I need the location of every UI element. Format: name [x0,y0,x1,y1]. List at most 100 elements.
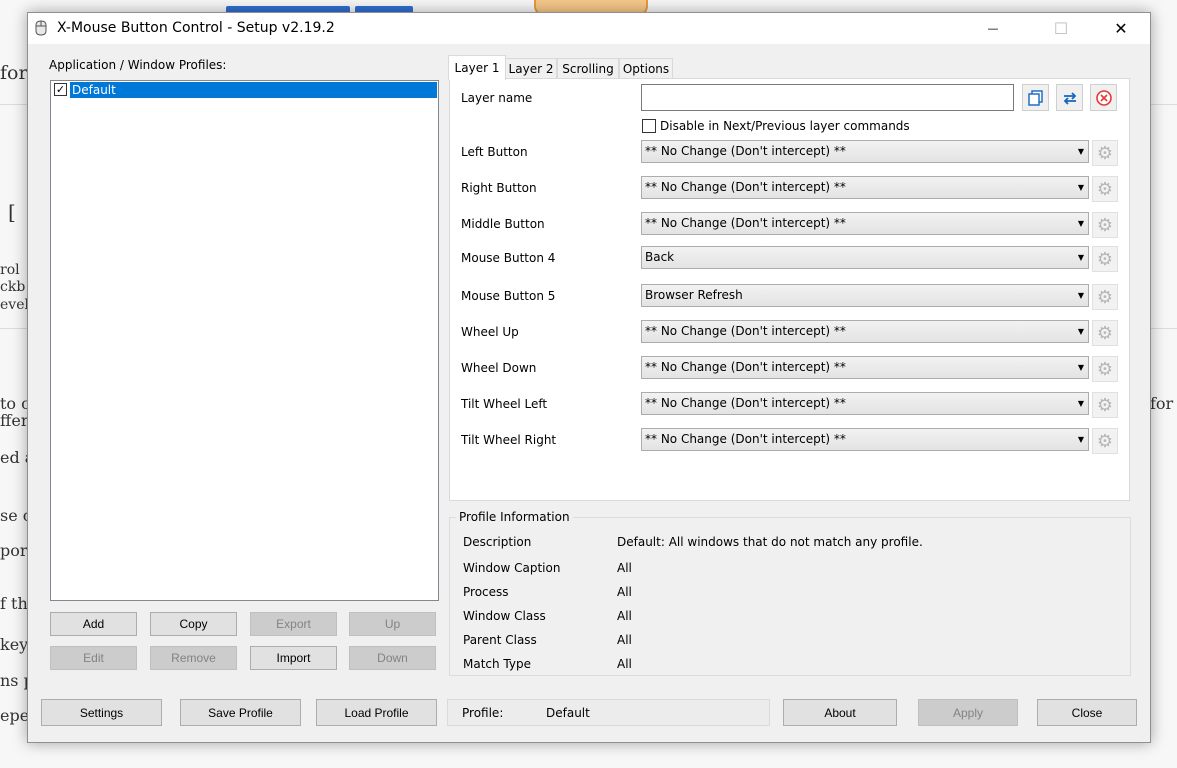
gear-icon: ⚙ [1096,286,1114,308]
close-button[interactable]: Close [1037,699,1137,726]
layer-name-label: Layer name [461,91,533,105]
chevron-down-icon: ▼ [1077,219,1084,228]
info-value-process: All [617,585,632,599]
tilt-wheel-right-settings-button[interactable]: ⚙ [1092,428,1118,454]
left-button-settings-button[interactable]: ⚙ [1092,140,1118,166]
minimize-button[interactable]: — [970,13,1016,44]
chevron-down-icon: ▼ [1077,147,1084,156]
profiles-list[interactable]: ✓ Default [50,80,439,601]
wheel-down-action-select[interactable]: ** No Change (Don't intercept) ** ▼ [641,356,1089,379]
settings-button[interactable]: Settings [41,699,162,726]
edit-profile-button[interactable]: Edit [50,646,137,670]
move-up-button[interactable]: Up [349,612,436,636]
layer-name-input[interactable] [641,84,1014,111]
title-bar[interactable]: X-Mouse Button Control - Setup v2.19.2 —… [28,13,1150,44]
tilt-wheel-left-action-select[interactable]: ** No Change (Don't intercept) ** ▼ [641,392,1089,415]
background-text: [ [8,200,16,224]
background-text: rol [0,262,20,278]
load-profile-button[interactable]: Load Profile [316,699,437,726]
middle-button-settings-button[interactable]: ⚙ [1092,212,1118,238]
add-profile-button[interactable]: Add [50,612,137,636]
profiles-group-label: Application / Window Profiles: [49,58,227,72]
wheel-up-action-select[interactable]: ** No Change (Don't intercept) ** ▼ [641,320,1089,343]
copy-layer-button[interactable] [1022,84,1049,111]
mouse-button-5-settings-button[interactable]: ⚙ [1092,284,1118,310]
layer-1-panel: Layer name Disable in Next/Previous laye… [449,78,1130,501]
background-text: for e [1150,394,1177,413]
info-label-description: Description [463,535,532,549]
minimize-icon: — [987,22,999,35]
mapping-label-tilt-wheel-left: Tilt Wheel Left [461,397,548,411]
disable-layer-label: Disable in Next/Previous layer commands [660,119,910,133]
tilt-wheel-right-action-select[interactable]: ** No Change (Don't intercept) ** ▼ [641,428,1089,451]
info-label-parent-class: Parent Class [463,633,537,647]
mouse-button-5-action-select[interactable]: Browser Refresh ▼ [641,284,1089,307]
right-button-action-select[interactable]: ** No Change (Don't intercept) ** ▼ [641,176,1089,199]
profile-item-label: Default [70,82,437,98]
mouse-app-icon [35,20,47,36]
chevron-down-icon: ▼ [1077,399,1084,408]
export-profile-button[interactable]: Export [250,612,337,636]
gear-icon: ⚙ [1096,358,1114,380]
middle-button-action-select[interactable]: ** No Change (Don't intercept) ** ▼ [641,212,1089,235]
apply-button[interactable]: Apply [918,699,1018,726]
copy-profile-button[interactable]: Copy [150,612,237,636]
maximize-button[interactable]: ☐ [1038,13,1084,44]
info-label-window-class: Window Class [463,609,546,623]
mapping-label-right-button: Right Button [461,181,537,195]
profile-label: Profile: [462,706,504,720]
swap-layer-button[interactable] [1056,84,1083,111]
wheel-up-settings-button[interactable]: ⚙ [1092,320,1118,346]
about-button[interactable]: About [783,699,897,726]
gear-icon: ⚙ [1096,248,1114,270]
copy-icon [1027,89,1043,106]
save-profile-button[interactable]: Save Profile [180,699,301,726]
swap-arrows-icon [1063,91,1076,105]
disable-layer-checkbox[interactable] [642,119,656,133]
background-text: key [0,635,29,654]
tab-scrolling[interactable]: Scrolling [557,58,619,79]
mapping-label-tilt-wheel-right: Tilt Wheel Right [461,433,557,447]
tilt-wheel-left-settings-button[interactable]: ⚙ [1092,392,1118,418]
mapping-label-mouse-button-4: Mouse Button 4 [461,251,556,265]
info-label-window-caption: Window Caption [463,561,561,575]
background-text: ckb [0,279,26,295]
gear-icon: ⚙ [1096,394,1114,416]
chevron-down-icon: ▼ [1077,291,1084,300]
move-down-button[interactable]: Down [349,646,436,670]
background-text: for [0,62,28,84]
info-value-window-class: All [617,609,632,623]
close-icon: ✕ [1114,19,1128,38]
profile-value: Default [546,706,590,720]
maximize-icon: ☐ [1053,19,1069,38]
mouse-button-4-settings-button[interactable]: ⚙ [1092,246,1118,272]
left-button-action-select[interactable]: ** No Change (Don't intercept) ** ▼ [641,140,1089,163]
tab-layer-1[interactable]: Layer 1 [448,55,506,80]
gear-icon: ⚙ [1096,142,1114,164]
mouse-button-4-action-select[interactable]: Back ▼ [641,246,1089,269]
info-label-match-type: Match Type [463,657,531,671]
chevron-down-icon: ▼ [1077,435,1084,444]
info-value-description: Default: All windows that do not match a… [617,535,923,549]
tab-layer-2[interactable]: Layer 2 [505,58,557,79]
profile-enabled-checkbox[interactable]: ✓ [54,83,67,96]
xmbc-setup-window: X-Mouse Button Control - Setup v2.19.2 —… [27,12,1151,743]
right-button-settings-button[interactable]: ⚙ [1092,176,1118,202]
list-item[interactable]: ✓ Default [53,82,437,98]
background-text: epe [0,706,30,725]
mapping-label-wheel-up: Wheel Up [461,325,519,339]
remove-circle-icon [1095,89,1112,106]
import-profile-button[interactable]: Import [250,646,337,670]
close-window-button[interactable]: ✕ [1098,13,1144,44]
wheel-down-settings-button[interactable]: ⚙ [1092,356,1118,382]
info-value-match-type: All [617,657,632,671]
remove-profile-button[interactable]: Remove [150,646,237,670]
clear-layer-button[interactable] [1090,84,1117,111]
mapping-label-middle-button: Middle Button [461,217,545,231]
tab-options[interactable]: Options [619,58,673,79]
window-title: X-Mouse Button Control - Setup v2.19.2 [57,20,335,36]
chevron-down-icon: ▼ [1077,327,1084,336]
chevron-down-icon: ▼ [1077,363,1084,372]
chevron-down-icon: ▼ [1077,183,1084,192]
gear-icon: ⚙ [1096,322,1114,344]
